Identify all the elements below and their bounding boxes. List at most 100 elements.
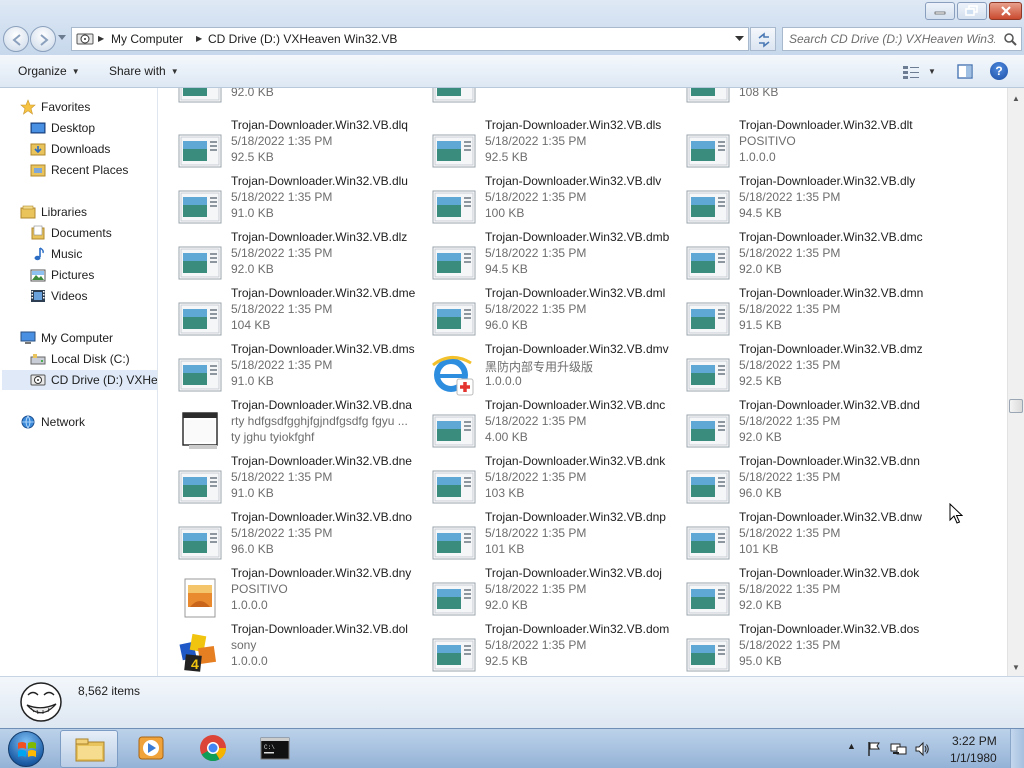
taskbar-chrome-button[interactable] <box>184 730 242 768</box>
help-icon[interactable]: ? <box>990 62 1008 80</box>
forward-button[interactable] <box>30 26 56 52</box>
file-name: Trojan-Downloader.Win32.VB.dls <box>485 118 662 132</box>
recent-pages-chevron-icon[interactable] <box>58 35 66 41</box>
taskbar-explorer-button[interactable] <box>60 730 118 768</box>
vb-file-icon <box>178 470 222 504</box>
maximize-button[interactable] <box>957 2 987 20</box>
organize-button[interactable]: Organize ▼ <box>18 64 80 78</box>
preview-pane-icon[interactable] <box>957 64 973 80</box>
breadcrumb-cd-drive[interactable]: CD Drive (D:) VXHeaven Win32.VB <box>208 32 397 46</box>
file-name: Trojan-Downloader.Win32.VB.dlq <box>231 118 408 132</box>
file-item[interactable]: Trojan-Downloader.Win32.VB.dnk 5/18/2022 … <box>413 453 667 509</box>
breadcrumb-separator[interactable]: ▶ <box>98 34 104 43</box>
back-button[interactable] <box>3 26 29 52</box>
scroll-down-arrow-icon[interactable]: ▼ <box>1012 663 1020 672</box>
file-detail-line-2: 92.0 KB <box>485 598 528 612</box>
file-item[interactable]: Trojan-Downloader.Win32.VB.dnp 5/18/2022 … <box>413 509 667 565</box>
view-options-chevron-icon[interactable]: ▼ <box>928 67 936 76</box>
file-item[interactable]: Trojan-Downloader.Win32.VB.dno 5/18/2022 … <box>159 509 413 565</box>
restore-icon <box>965 5 978 16</box>
file-item[interactable]: Trojan-Downloader.Win32.VB.dmv 黑防内部专用升级版 1… <box>413 341 669 397</box>
file-item[interactable]: Trojan-Downloader.Win32.VB.dnd 5/18/2022 … <box>667 397 921 453</box>
file-item[interactable]: Trojan-Downloader.Win32.VB.dls 5/18/2022 … <box>413 117 667 173</box>
file-item[interactable]: Trojan-Downloader.Win32.VB.dnn 5/18/2022 … <box>667 453 921 509</box>
file-item[interactable]: Trojan-Downloader.Win32.VB.dom 5/18/2022 … <box>413 621 669 676</box>
show-hidden-icons-icon[interactable]: ▲ <box>847 741 856 751</box>
refresh-icon <box>758 32 770 48</box>
details-pane: 8,562 items <box>0 676 1024 728</box>
refresh-button[interactable] <box>750 27 776 51</box>
file-item[interactable]: Trojan-Downloader.Win32.VB.dly 5/18/2022 … <box>667 173 921 229</box>
file-item[interactable]: Trojan-Downloader.Win32.VB.dnc 5/18/2022 … <box>413 397 667 453</box>
action-center-flag-icon[interactable] <box>866 741 882 757</box>
file-item[interactable]: Trojan-Downloader.Win32.VB.dok 5/18/2022 … <box>667 565 921 621</box>
nav-label: Local Disk (C:) <box>51 352 130 366</box>
file-item[interactable]: Trojan-Downloader.Win32.VB.dmz 5/18/2022 … <box>667 341 923 397</box>
nav-label: Network <box>41 415 86 429</box>
network-tray-icon[interactable] <box>890 741 908 757</box>
vertical-scrollbar[interactable]: ▲ ▼ <box>1007 88 1024 676</box>
search-input[interactable] <box>789 31 995 47</box>
file-item[interactable]: Trojan-Downloader.Win32.VB.dmn 5/18/2022 … <box>667 285 924 341</box>
file-item[interactable]: 92.0 KB <box>159 88 413 108</box>
taskbar-media-player-button[interactable] <box>122 730 180 768</box>
file-item[interactable]: Trojan-Downloader.Win32.VB.dny POSITIVO 1.… <box>159 565 413 621</box>
file-detail-line-1: 5/18/2022 1:35 PM <box>739 526 841 540</box>
file-list: 92.0 KB 5/18/2022 1:35 PM 108 KB Trojan-Dow… <box>159 88 1007 676</box>
vb-file-icon <box>686 302 730 336</box>
vb-file-icon <box>432 414 476 448</box>
file-detail-line-1: POSITIVO <box>739 134 796 148</box>
file-detail-line-2: 96.0 KB <box>231 542 274 556</box>
file-item[interactable]: Trojan-Downloader.Win32.VB.dlt POSITIVO 1.… <box>667 117 921 173</box>
close-button[interactable] <box>989 2 1022 20</box>
change-view-icon[interactable] <box>902 64 920 80</box>
file-item[interactable]: Trojan-Downloader.Win32.VB.dmb 5/18/2022 … <box>413 229 669 285</box>
nav-label: Recent Places <box>51 163 129 177</box>
file-detail-line-1: 5/18/2022 1:35 PM <box>485 190 587 204</box>
file-item[interactable]: 108 KB <box>667 88 921 108</box>
file-item[interactable]: Trojan-Downloader.Win32.VB.doj 5/18/2022 … <box>413 565 667 621</box>
search-box[interactable] <box>782 27 1022 51</box>
file-item[interactable]: Trojan-Downloader.Win32.VB.dml 5/18/2022 … <box>413 285 667 341</box>
share-with-button[interactable]: Share with ▼ <box>109 64 179 78</box>
file-item[interactable]: Trojan-Downloader.Win32.VB.dms 5/18/2022 … <box>159 341 415 397</box>
vb-file-icon <box>686 134 730 168</box>
minimize-button[interactable] <box>925 2 955 20</box>
file-item[interactable]: Trojan-Downloader.Win32.VB.dnw 5/18/2022 … <box>667 509 922 565</box>
search-icon[interactable] <box>1003 32 1017 46</box>
command-prompt-icon: C:\ <box>260 737 290 760</box>
file-item[interactable]: Trojan-Downloader.Win32.VB.dme 5/18/2022 … <box>159 285 415 341</box>
file-item[interactable]: Trojan-Downloader.Win32.VB.dos 5/18/2022 … <box>667 621 921 676</box>
volume-icon[interactable] <box>914 741 930 757</box>
nav-cd-drive[interactable]: CD Drive (D:) VXHea <box>2 370 157 390</box>
clock-time[interactable]: 3:22 PM <box>952 734 997 748</box>
file-detail-line-2: 103 KB <box>485 486 525 500</box>
file-item[interactable]: Trojan-Downloader.Win32.VB.dne 5/18/2022 … <box>159 453 413 509</box>
title-bar <box>0 0 1024 24</box>
file-item[interactable]: Trojan-Downloader.Win32.VB.dlv 5/18/2022 … <box>413 173 667 229</box>
cd-drive-icon <box>76 33 94 45</box>
clock-date[interactable]: 1/1/1980 <box>950 751 997 765</box>
scroll-up-arrow-icon[interactable]: ▲ <box>1012 94 1020 103</box>
file-name: Trojan-Downloader.Win32.VB.dlz <box>231 230 408 244</box>
file-name: Trojan-Downloader.Win32.VB.dmn <box>739 286 924 300</box>
file-item[interactable]: Trojan-Downloader.Win32.VB.dlq 5/18/2022 … <box>159 117 413 173</box>
address-dropdown-icon[interactable] <box>735 36 744 42</box>
file-item[interactable]: 5/18/2022 1:35 PM <box>413 88 667 108</box>
address-bar[interactable]: ▶ My Computer ▶ CD Drive (D:) VXHeaven W… <box>71 27 749 51</box>
file-item[interactable]: 4 Trojan-Downloader.Win32.VB.dol sony 1.0.0… <box>159 621 413 676</box>
file-detail-line-1: 5/18/2022 1:35 PM <box>485 246 587 260</box>
file-item[interactable]: Trojan-Downloader.Win32.VB.dlu 5/18/2022 … <box>159 173 413 229</box>
scrollbar-thumb[interactable] <box>1009 399 1023 413</box>
file-item[interactable]: Trojan-Downloader.Win32.VB.dna rty hdfgsd… <box>159 397 413 453</box>
start-button[interactable] <box>8 731 44 767</box>
file-name: Trojan-Downloader.Win32.VB.dol <box>231 622 408 636</box>
breadcrumb-my-computer[interactable]: My Computer <box>111 32 183 46</box>
file-item[interactable]: Trojan-Downloader.Win32.VB.dlz 5/18/2022 … <box>159 229 413 285</box>
breadcrumb-separator[interactable]: ▶ <box>196 34 202 43</box>
file-detail-line-2: 1.0.0.0 <box>231 654 268 668</box>
show-desktop-button[interactable] <box>1010 729 1024 768</box>
nav-label: Videos <box>51 289 88 303</box>
file-item[interactable]: Trojan-Downloader.Win32.VB.dmc 5/18/2022 … <box>667 229 923 285</box>
taskbar-cmd-button[interactable]: C:\ <box>246 730 304 768</box>
